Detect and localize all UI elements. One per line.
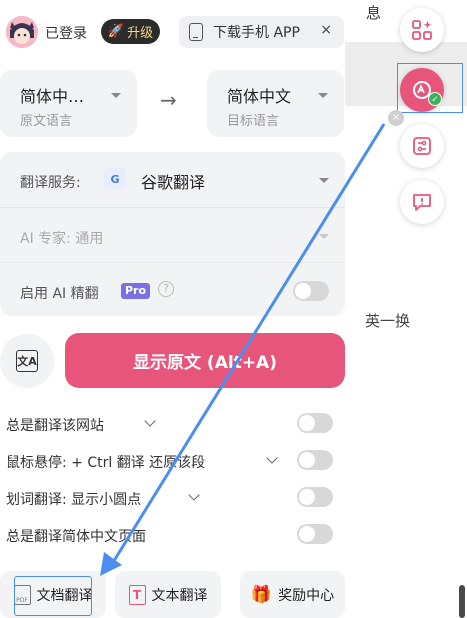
download-app-banner[interactable]: 下载手机 APP × xyxy=(179,16,344,48)
option-toggle[interactable] xyxy=(297,413,333,433)
feedback-icon xyxy=(413,194,431,211)
upgrade-button[interactable]: 🚀 升级 xyxy=(101,19,160,44)
target-language-caption: 目标语言 xyxy=(227,114,280,129)
pro-badge: Pro xyxy=(121,283,151,299)
background-text: 英一换 xyxy=(365,312,411,330)
popup-header: 已登录 🚀 升级 下载手机 APP × xyxy=(0,10,345,54)
service-settings: 翻译服务: G 谷歌翻译 AI 专家: 通用 启用 AI 精翻 Pro ? xyxy=(0,152,345,316)
rocket-icon: 🚀 xyxy=(107,24,125,39)
ai-refine-row: 启用 AI 精翻 Pro ? xyxy=(0,263,345,318)
service-label: 翻译服务: xyxy=(20,175,81,191)
settings-button[interactable] xyxy=(400,124,444,168)
avatar-image xyxy=(6,16,38,48)
text-translate-label: 文本翻译 xyxy=(151,587,208,604)
google-translate-icon: G xyxy=(104,168,126,190)
login-status: 已登录 xyxy=(45,26,87,42)
apps-button[interactable] xyxy=(400,8,444,52)
help-icon[interactable]: ? xyxy=(158,281,174,297)
gift-icon: 🎁 xyxy=(250,584,273,605)
translate-popup: 已登录 🚀 升级 下载手机 APP × 简体中… 原文语言 → 简体中文 目标语… xyxy=(0,0,345,618)
chevron-down-icon xyxy=(111,93,121,98)
chevron-down-icon xyxy=(319,234,329,239)
close-icon[interactable]: × xyxy=(388,110,404,126)
apps-grid-icon xyxy=(412,20,432,40)
target-language-value: 简体中文 xyxy=(227,87,292,106)
option-toggle[interactable] xyxy=(297,450,333,470)
option-label: 划词翻译: 显示小圆点 xyxy=(6,492,142,508)
option-label: 总是翻译简体中文页面 xyxy=(6,529,146,545)
ai-refine-label: 启用 AI 精翻 xyxy=(20,286,99,302)
selection-highlight xyxy=(397,63,463,113)
option-toggle[interactable] xyxy=(297,524,333,544)
option-toggle[interactable] xyxy=(297,487,333,507)
ai-refine-toggle[interactable] xyxy=(293,281,329,301)
option-row: 总是翻译简体中文页面 xyxy=(0,521,345,551)
reward-center-label: 奖励中心 xyxy=(278,587,335,604)
arrow-right-icon: → xyxy=(160,88,177,112)
feedback-button[interactable] xyxy=(400,180,444,224)
download-label: 下载手机 APP xyxy=(213,25,300,41)
chevron-down-icon xyxy=(318,93,328,98)
text-translate-button[interactable]: T 文本翻译 xyxy=(115,571,221,618)
show-original-button[interactable]: 显示原文 (Alt+A) xyxy=(65,333,345,388)
chevron-down-icon[interactable] xyxy=(266,452,278,464)
option-row: 鼠标悬停: + Ctrl 翻译 还原该段 xyxy=(0,447,345,477)
phone-icon xyxy=(189,23,203,41)
ai-expert-select[interactable]: AI 专家: 通用 xyxy=(0,208,345,263)
option-row: 划词翻译: 显示小圆点 xyxy=(0,484,345,514)
option-label: 鼠标悬停: + Ctrl 翻译 还原该段 xyxy=(6,455,206,471)
translation-service-select[interactable]: 翻译服务: G 谷歌翻译 xyxy=(0,152,345,207)
translate-icon: 文A xyxy=(16,350,38,372)
reward-center-button[interactable]: 🎁 奖励中心 xyxy=(240,571,345,618)
translate-mode-button[interactable]: 文A xyxy=(0,334,54,388)
option-row: 总是翻译该网站 xyxy=(0,410,345,440)
background-text: 息 xyxy=(366,4,382,22)
sliders-icon xyxy=(413,137,431,155)
text-icon: T xyxy=(128,584,146,605)
option-label: 总是翻译该网站 xyxy=(6,418,104,434)
selection-highlight xyxy=(14,576,92,616)
chevron-down-icon xyxy=(319,178,329,183)
avatar[interactable] xyxy=(6,16,38,48)
check-icon: ✓ xyxy=(428,92,442,106)
source-language-select[interactable]: 简体中… 原文语言 xyxy=(0,70,137,137)
ai-expert-label: AI 专家: 通用 xyxy=(20,231,104,247)
close-icon[interactable]: × xyxy=(320,22,332,38)
chevron-down-icon[interactable] xyxy=(144,415,156,427)
source-language-caption: 原文语言 xyxy=(20,114,73,129)
upgrade-label: 升级 xyxy=(127,26,154,41)
service-value: 谷歌翻译 xyxy=(141,173,206,192)
page-scrollbar[interactable] xyxy=(459,585,465,618)
source-language-value: 简体中… xyxy=(20,87,85,106)
chevron-down-icon[interactable] xyxy=(188,489,200,501)
target-language-select[interactable]: 简体中文 目标语言 xyxy=(207,70,344,137)
